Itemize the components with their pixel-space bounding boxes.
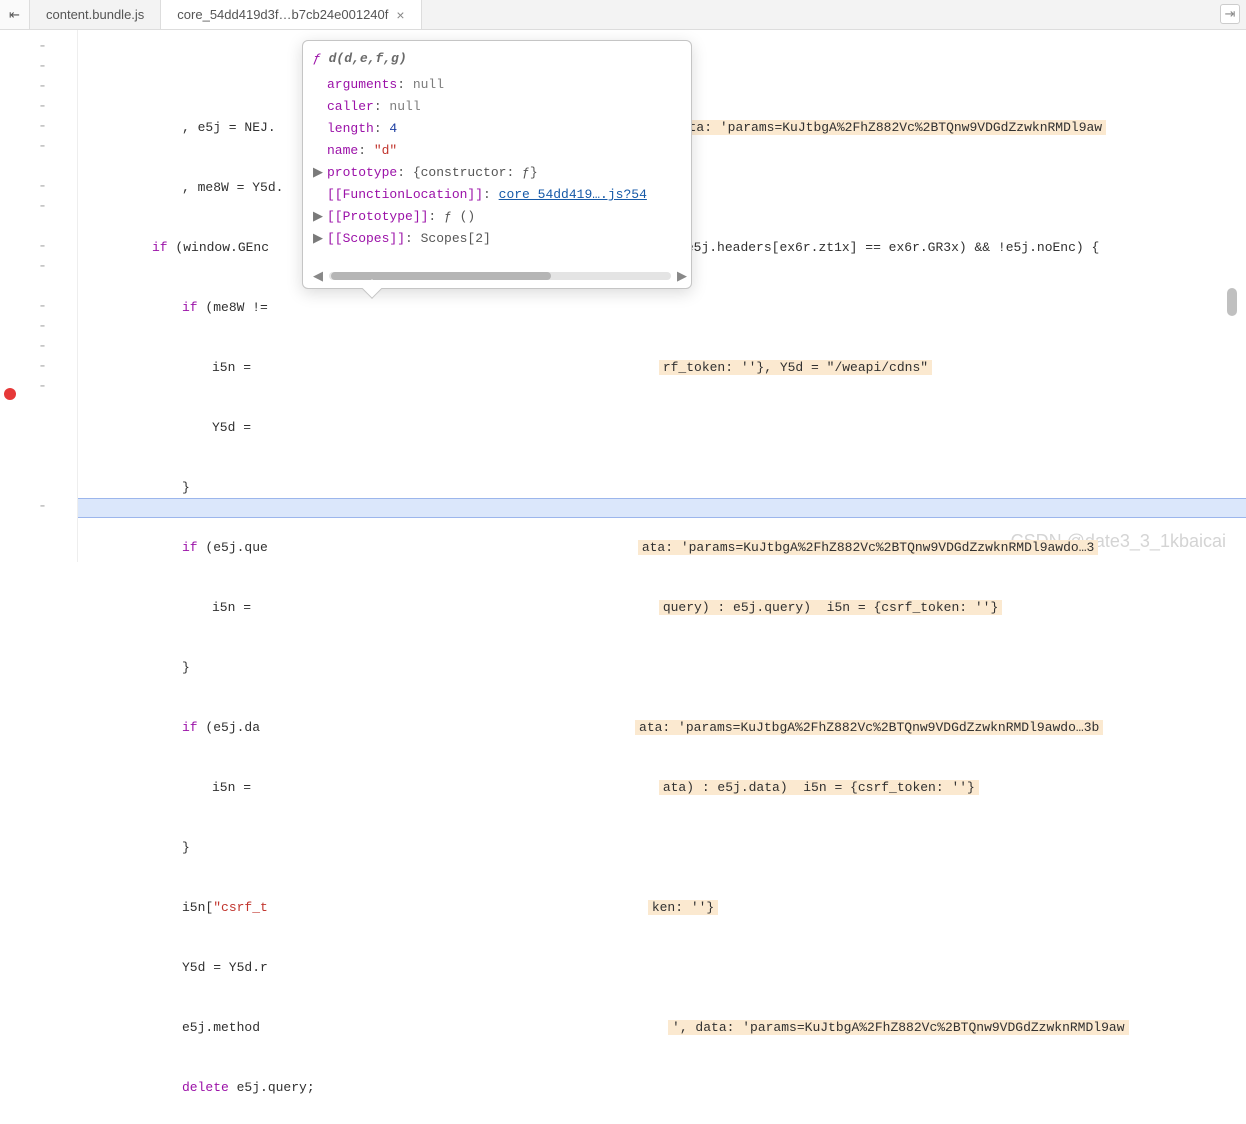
fold-dash[interactable]: - xyxy=(38,98,47,115)
expand-icon[interactable]: ▶ xyxy=(313,228,327,250)
object-preview-popover: ƒ d(d,e,f,g) arguments: null caller: nul… xyxy=(302,40,692,289)
expand-icon[interactable]: ▶ xyxy=(313,162,327,184)
tab-core[interactable]: core_54dd419d3f…b7cb24e001240f × xyxy=(161,0,421,29)
tab-bar: ⇤ content.bundle.js core_54dd419d3f…b7cb… xyxy=(0,0,1246,30)
fold-dash[interactable]: - xyxy=(38,258,47,275)
popover-signature: ƒ d(d,e,f,g) xyxy=(313,51,687,66)
fold-dash[interactable]: - xyxy=(38,498,47,515)
inline-value: ken: ''} xyxy=(648,900,718,915)
fold-dash[interactable]: - xyxy=(38,358,47,375)
fold-dash[interactable]: - xyxy=(38,378,47,395)
fold-dash[interactable]: - xyxy=(38,138,47,155)
breakpoint-marker[interactable] xyxy=(4,388,16,400)
execution-line-highlight xyxy=(78,498,1246,518)
nav-back-button[interactable]: ⇤ xyxy=(0,0,30,29)
tab-label: core_54dd419d3f…b7cb24e001240f xyxy=(177,7,388,22)
inline-value: rf_token: ''}, Y5d = "/weapi/cdns" xyxy=(659,360,932,375)
scroll-left-icon[interactable]: ◀ xyxy=(313,269,323,284)
fold-dash[interactable]: - xyxy=(38,58,47,75)
dock-icon: ⇥ xyxy=(1225,6,1236,22)
inline-value: ', data: 'params=KuJtbgA%2FhZ882Vc%2BTQn… xyxy=(668,1020,1128,1035)
scroll-right-icon[interactable]: ▶ xyxy=(677,269,687,284)
tab-content-bundle[interactable]: content.bundle.js xyxy=(30,0,161,29)
fold-dash[interactable]: - xyxy=(38,178,47,195)
fold-dash[interactable]: - xyxy=(38,198,47,215)
dock-right-button[interactable]: ⇥ xyxy=(1220,4,1240,24)
inline-value: ata) : e5j.data) i5n = {csrf_token: ''} xyxy=(659,780,979,795)
fold-dash[interactable]: - xyxy=(38,338,47,355)
fold-dash[interactable]: - xyxy=(38,118,47,135)
function-location-link[interactable]: core_54dd419….js?54 xyxy=(499,187,647,202)
fold-dash[interactable]: - xyxy=(38,298,47,315)
inline-value: ata: 'params=KuJtbgA%2FhZ882Vc%2BTQnw9VD… xyxy=(638,540,1098,555)
fold-dash[interactable]: - xyxy=(38,78,47,95)
close-icon[interactable]: × xyxy=(396,7,404,23)
expand-icon[interactable]: ▶ xyxy=(313,206,327,228)
back-icon: ⇤ xyxy=(9,7,20,23)
inline-value: query) : e5j.query) i5n = {csrf_token: '… xyxy=(659,600,1002,615)
scroll-thumb[interactable] xyxy=(331,272,551,280)
fold-dash[interactable]: - xyxy=(38,318,47,335)
fold-dash[interactable]: - xyxy=(38,238,47,255)
inline-value: ', data: 'params=KuJtbgA%2FhZ882Vc%2BTQn… xyxy=(646,120,1106,135)
inline-value: ata: 'params=KuJtbgA%2FhZ882Vc%2BTQnw9VD… xyxy=(635,720,1103,735)
gutter[interactable]: - - - - - - - - - - - - - - - - xyxy=(0,30,78,562)
fold-dash[interactable]: - xyxy=(38,38,47,55)
tab-label: content.bundle.js xyxy=(46,7,144,22)
